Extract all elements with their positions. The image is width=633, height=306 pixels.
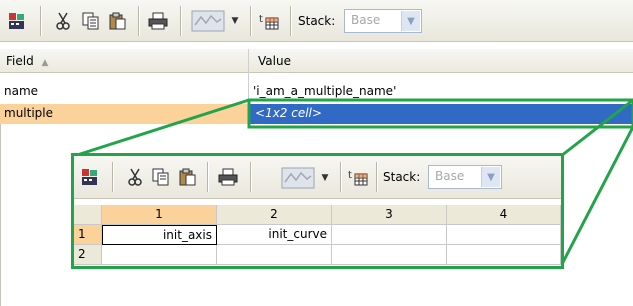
table-cell[interactable] [332,225,447,245]
toolbar-separator [112,162,113,192]
stack-select[interactable]: Base ▼ [428,165,502,189]
print-icon[interactable] [216,167,240,187]
table-cell[interactable] [447,245,561,265]
callout-line-left [73,98,250,158]
column-header[interactable]: 4 [447,205,561,225]
new-variable-icon[interactable]: t [347,167,369,187]
table-cell[interactable] [332,245,447,265]
svg-text:t: t [348,170,352,181]
cell-array-editor-panel: ▼ t Stack: Base ▼ 1 2 3 4 1 init_axis in… [71,153,564,269]
table-cell[interactable] [102,245,217,265]
column-header[interactable]: 3 [332,205,447,225]
stack-select-value: Base [435,169,465,183]
cut-icon[interactable] [124,167,146,187]
panel-toolbar: ▼ t Stack: Base ▼ [74,156,561,199]
import-data-icon[interactable] [79,167,101,187]
plot-icon[interactable] [280,166,316,190]
column-header[interactable]: 2 [217,205,332,225]
chevron-down-icon[interactable]: ▼ [481,167,500,187]
copy-icon[interactable] [150,167,172,187]
column-header[interactable]: 1 [102,205,217,225]
dropdown-arrow-icon[interactable]: ▼ [318,170,332,186]
toolbar-separator [340,162,341,192]
paste-icon[interactable] [176,167,198,187]
table-cell[interactable] [217,245,332,265]
toolbar-separator [207,162,208,192]
table-cell[interactable] [447,225,561,245]
corner-cell [74,205,102,225]
table-cell[interactable]: init_curve [217,225,332,245]
callout-source-box [247,98,633,129]
toolbar-separator [376,162,377,192]
table-cell-active[interactable]: init_axis [102,225,217,245]
stack-label: Stack: [383,170,421,184]
row-header[interactable]: 2 [74,245,102,265]
row-header[interactable]: 1 [74,225,102,245]
toolbar-separator [250,162,251,192]
